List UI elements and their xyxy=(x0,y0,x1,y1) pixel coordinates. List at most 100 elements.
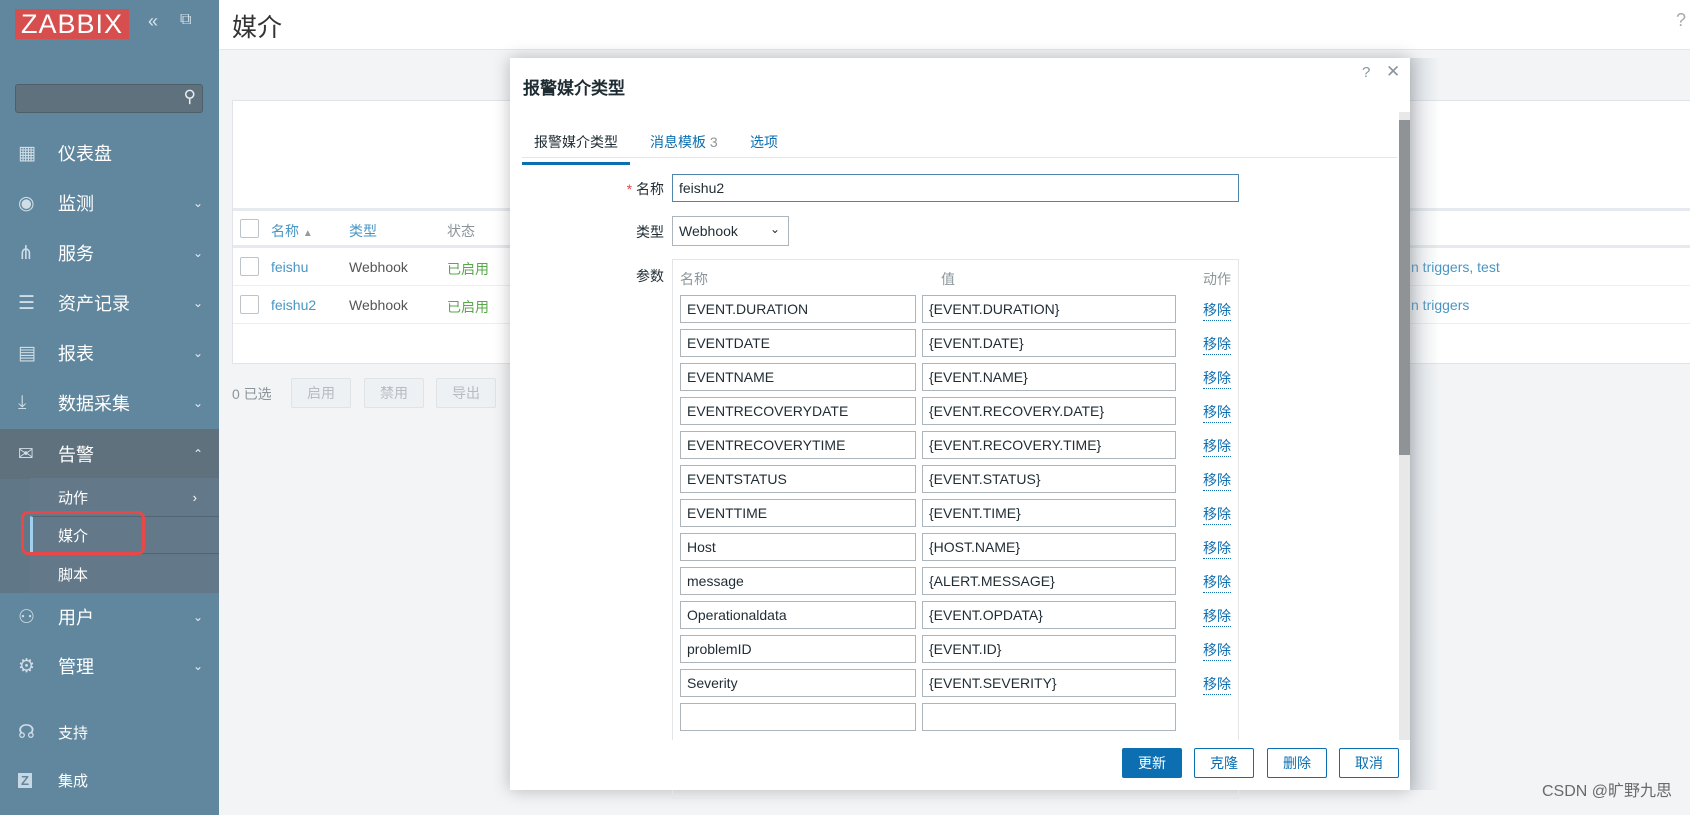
export-button[interactable]: 导出 xyxy=(436,378,496,408)
status-toggle[interactable]: 已启用 xyxy=(447,297,489,317)
param-value-field[interactable]: {EVENT.RECOVERY.DATE} xyxy=(922,397,1176,425)
sort-asc-icon: ▲ xyxy=(302,228,313,239)
param-name-field[interactable]: Severity xyxy=(680,669,916,697)
remove-param-link[interactable]: 移除 xyxy=(1203,640,1231,661)
param-name-field[interactable]: EVENTSTATUS xyxy=(680,465,916,493)
param-name-field[interactable]: Operationaldata xyxy=(680,601,916,629)
param-value-field[interactable]: {EVENT.STATUS} xyxy=(922,465,1176,493)
remove-param-link[interactable]: 移除 xyxy=(1203,538,1231,559)
param-name-field[interactable] xyxy=(680,703,916,731)
zabbix-integration-icon: Z xyxy=(0,769,58,791)
collapse-sidebar-icon[interactable]: « xyxy=(148,11,158,32)
sidebar-item-5[interactable]: ⤓ 数据采集 ⌄ xyxy=(0,378,219,428)
headset-icon: ☊ xyxy=(18,721,35,743)
param-value-field[interactable]: {HOST.NAME} xyxy=(922,533,1176,561)
sidebar-item-integrations[interactable]: Z 集成 xyxy=(0,755,219,805)
param-name-field[interactable]: EVENTRECOVERYTIME xyxy=(680,431,916,459)
sidebar-item-8[interactable]: ⚙ 管理 ⌄ xyxy=(0,641,219,691)
zabbix-logo[interactable]: ZABBIX xyxy=(15,9,129,39)
param-value-field[interactable]: {EVENT.DATE} xyxy=(922,329,1176,357)
sidebar-item-2[interactable]: ⋔ 服务 ⌄ xyxy=(0,228,219,278)
param-name-field[interactable]: EVENTDATE xyxy=(680,329,916,357)
chevron-down-icon: ⌄ xyxy=(192,610,203,624)
update-button[interactable]: 更新 xyxy=(1122,748,1182,778)
sidebar-item-3[interactable]: ☰ 资产记录 ⌄ xyxy=(0,278,219,328)
disable-button[interactable]: 禁用 xyxy=(364,378,424,408)
sidebar-item-label: 服务 xyxy=(58,244,94,264)
remove-param-link[interactable]: 移除 xyxy=(1203,436,1231,457)
param-name-field[interactable]: problemID xyxy=(680,635,916,663)
param-name-field[interactable]: Host xyxy=(680,533,916,561)
remove-param-link[interactable]: 移除 xyxy=(1203,572,1231,593)
kiosk-mode-icon[interactable]: ⧉ xyxy=(180,11,191,29)
name-label: * 名称 xyxy=(626,181,664,197)
chevron-down-icon: ⌄ xyxy=(192,296,203,310)
param-value-field[interactable]: {EVENT.RECOVERY.TIME} xyxy=(922,431,1176,459)
cancel-button[interactable]: 取消 xyxy=(1339,748,1399,778)
param-name-field[interactable]: EVENTNAME xyxy=(680,363,916,391)
sidebar-item-7[interactable]: ⚇ 用户 ⌄ xyxy=(0,592,219,642)
help-icon[interactable]: ? xyxy=(1676,10,1686,31)
sidebar-item-label: 数据采集 xyxy=(58,394,130,414)
tab-message-templates[interactable]: 消息模板 3 xyxy=(650,132,718,152)
users-icon: ⚇ xyxy=(18,606,36,628)
row-checkbox[interactable] xyxy=(240,295,259,314)
param-name-field[interactable]: message xyxy=(680,567,916,595)
param-value-field[interactable]: {EVENT.NAME} xyxy=(922,363,1176,391)
search-icon[interactable]: ⚲ xyxy=(184,87,196,107)
parameter-row: EVENTRECOVERYTIME {EVENT.RECOVERY.TIME} 移除 xyxy=(673,431,1238,461)
selected-count: 0 已选 xyxy=(232,386,272,402)
dialog-title: 报警媒介类型 xyxy=(523,79,625,98)
remove-param-link[interactable]: 移除 xyxy=(1203,368,1231,389)
param-value-field[interactable]: {EVENT.TIME} xyxy=(922,499,1176,527)
close-icon[interactable]: ✕ xyxy=(1386,62,1400,82)
remove-param-link[interactable]: 移除 xyxy=(1203,674,1231,695)
sidebar-item-6[interactable]: ✉ 告警 ⌃ xyxy=(0,429,219,479)
param-name-field[interactable]: EVENTRECOVERYDATE xyxy=(680,397,916,425)
param-value-field[interactable]: {EVENT.OPDATA} xyxy=(922,601,1176,629)
param-value-field[interactable]: {EVENT.ID} xyxy=(922,635,1176,663)
media-type: Webhook xyxy=(349,259,408,275)
csdn-watermark: CSDN @旷野九思 xyxy=(1541,783,1672,800)
type-select[interactable]: Webhook ⌄ xyxy=(672,216,789,246)
tab-options[interactable]: 选项 xyxy=(750,132,778,152)
chevron-right-icon: › xyxy=(192,489,197,505)
sidebar-item-label: 支持 xyxy=(58,724,89,742)
tab-media-type[interactable]: 报警媒介类型 xyxy=(522,132,630,165)
param-value-field[interactable] xyxy=(922,703,1176,731)
param-name-field[interactable]: EVENT.DURATION xyxy=(680,295,916,323)
sidebar-item-0[interactable]: ▦ 仪表盘 xyxy=(0,128,219,178)
select-all-checkbox[interactable] xyxy=(240,219,259,238)
submenu-item-scripts[interactable]: 脚本 xyxy=(30,555,219,593)
remove-param-link[interactable]: 移除 xyxy=(1203,402,1231,423)
chevron-down-icon: ⌄ xyxy=(192,659,203,673)
params-label: 参数 xyxy=(636,268,664,284)
clone-button[interactable]: 克隆 xyxy=(1194,748,1254,778)
param-value-field[interactable]: {ALERT.MESSAGE} xyxy=(922,567,1176,595)
status-toggle[interactable]: 已启用 xyxy=(447,259,489,279)
help-icon[interactable]: ? xyxy=(1362,64,1370,81)
remove-param-link[interactable]: 移除 xyxy=(1203,504,1231,525)
sidebar-item-support[interactable]: ☊ 支持 xyxy=(0,707,219,757)
remove-param-link[interactable]: 移除 xyxy=(1203,334,1231,355)
media-name-link[interactable]: feishu xyxy=(271,259,308,275)
sidebar-item-4[interactable]: ▤ 报表 ⌄ xyxy=(0,328,219,378)
row-checkbox[interactable] xyxy=(240,257,259,276)
sidebar-item-1[interactable]: ◉ 监测 ⌄ xyxy=(0,178,219,228)
param-value-field[interactable]: {EVENT.SEVERITY} xyxy=(922,669,1176,697)
scrollbar-thumb[interactable] xyxy=(1399,120,1410,455)
param-value-field[interactable]: {EVENT.DURATION} xyxy=(922,295,1176,323)
dashboard-icon: ▦ xyxy=(18,142,36,164)
delete-button[interactable]: 删除 xyxy=(1267,748,1327,778)
remove-param-link[interactable]: 移除 xyxy=(1203,470,1231,491)
column-type[interactable]: 类型 xyxy=(349,221,377,241)
column-name[interactable]: 名称 ▲ xyxy=(271,221,313,241)
search-input[interactable]: ⚲ xyxy=(15,84,203,113)
name-field[interactable] xyxy=(672,174,1239,202)
param-name-field[interactable]: EVENTTIME xyxy=(680,499,916,527)
remove-param-link[interactable]: 移除 xyxy=(1203,606,1231,627)
parameter-row: EVENTNAME {EVENT.NAME} 移除 xyxy=(673,363,1238,393)
media-name-link[interactable]: feishu2 xyxy=(271,297,316,313)
remove-param-link[interactable]: 移除 xyxy=(1203,300,1231,321)
enable-button[interactable]: 启用 xyxy=(291,378,351,408)
